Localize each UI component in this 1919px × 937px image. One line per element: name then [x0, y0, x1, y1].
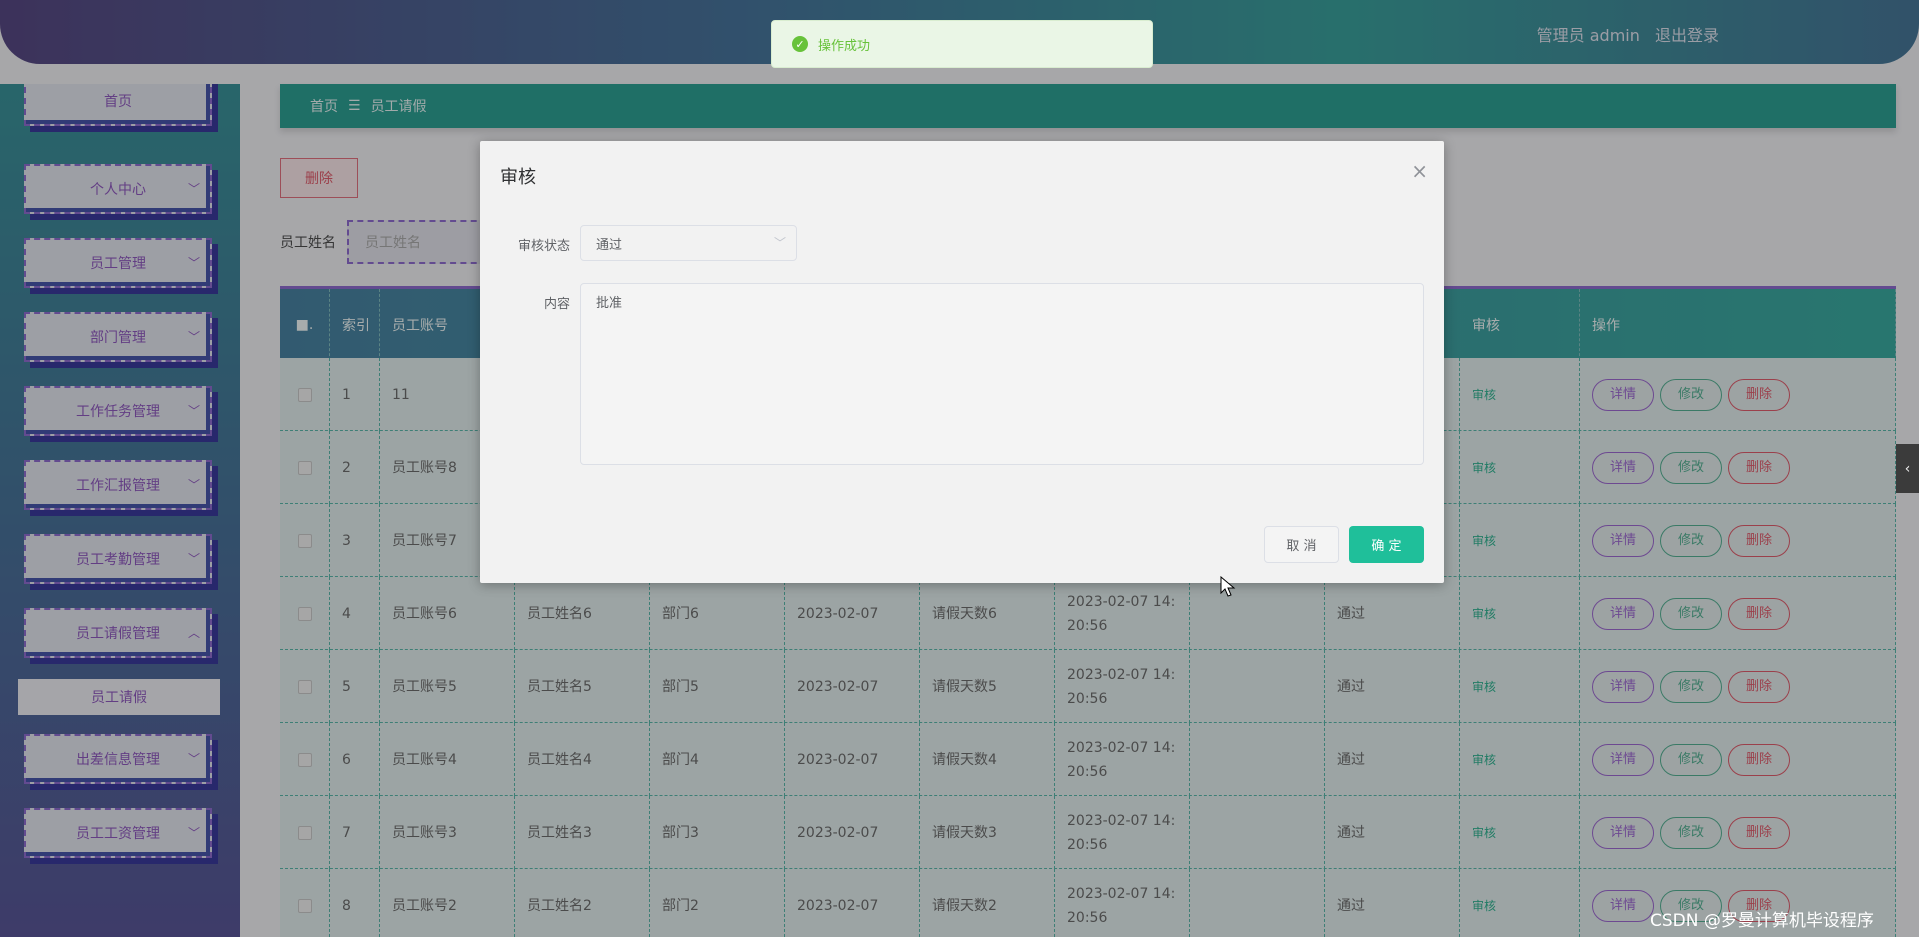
success-toast: ✓ 操作成功 [771, 20, 1153, 68]
check-circle-icon: ✓ [792, 36, 808, 52]
csdn-watermark: CSDN @罗曼计算机毕设程序 [1650, 911, 1874, 931]
content-textarea[interactable]: 批准 [580, 283, 1424, 465]
audit-dialog: 审核 × 审核状态 通过 ﹀ 内容 批准 取 消 确 定 [480, 141, 1444, 583]
audit-status-value: 通过 [596, 237, 623, 253]
toast-message: 操作成功 [818, 38, 871, 54]
dialog-title: 审核 [500, 167, 536, 188]
audit-status-select[interactable]: 通过 ﹀ [580, 225, 797, 261]
chevron-down-icon: ﹀ [773, 236, 786, 250]
status-label: 审核状态 [517, 239, 570, 254]
chevron-left-icon[interactable]: ‹ [1896, 444, 1919, 493]
confirm-button[interactable]: 确 定 [1349, 526, 1424, 563]
close-icon[interactable]: × [1411, 159, 1428, 183]
mouse-cursor-icon [1220, 576, 1236, 597]
cancel-button[interactable]: 取 消 [1264, 526, 1339, 563]
content-label: 内容 [543, 297, 570, 312]
